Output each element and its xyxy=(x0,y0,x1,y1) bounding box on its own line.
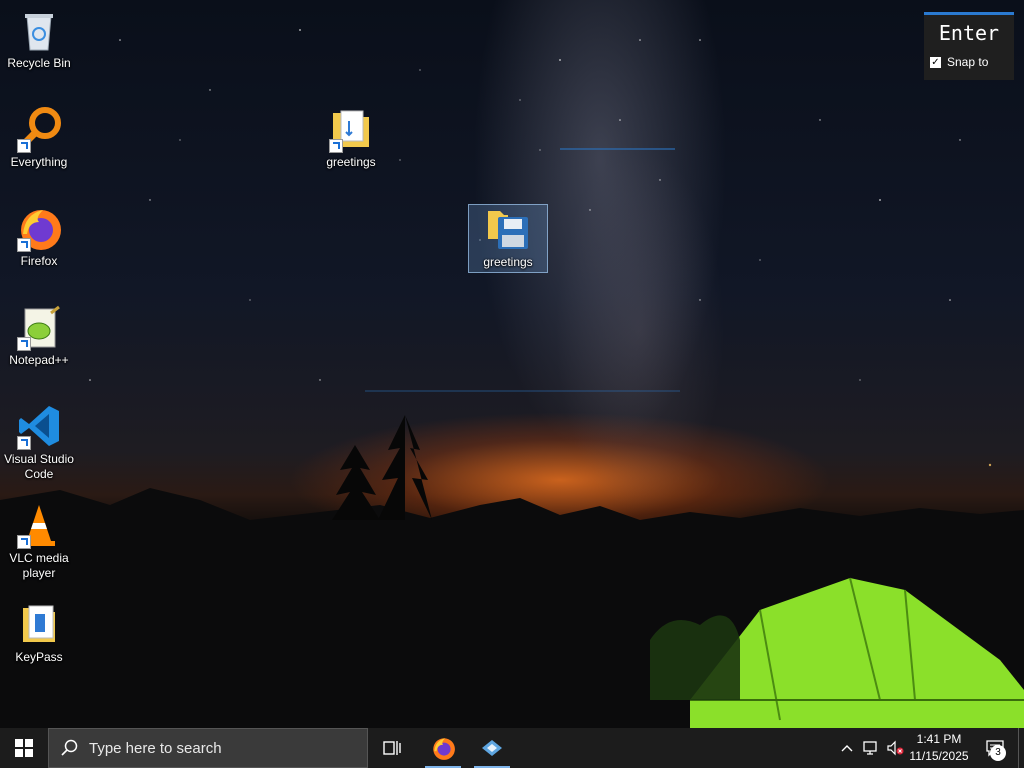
desktop-icon-firefox[interactable]: Firefox xyxy=(0,204,78,269)
everything-search-icon xyxy=(15,105,63,153)
desktop-icon-notepad-plus-plus[interactable]: Notepad++ xyxy=(0,303,78,368)
desktop-icon-everything[interactable]: Everything xyxy=(0,105,78,170)
desktop-icon-label: Visual Studio Code xyxy=(4,452,74,481)
desktop-wallpaper xyxy=(0,0,1024,728)
app-window-icon xyxy=(482,740,502,756)
desktop-icon-recycle-bin[interactable]: Recycle Bin xyxy=(0,6,78,71)
firefox-icon xyxy=(15,204,63,252)
desktop-icon-label: Everything xyxy=(10,155,68,169)
search-icon xyxy=(61,739,78,756)
desktop-icon-keypass[interactable]: KeyPass xyxy=(0,600,78,665)
task-view-icon xyxy=(383,741,401,755)
taskbar-firefox-button[interactable] xyxy=(421,728,465,768)
taskbar: Type here to search 1:41 PM 11/15/2025 3 xyxy=(0,728,1024,768)
chevron-up-icon xyxy=(841,745,853,752)
desktop-icon-label: greetings xyxy=(483,255,533,269)
recycle-bin-icon xyxy=(15,6,63,54)
clock-time: 1:41 PM xyxy=(916,732,962,746)
clock-date: 11/15/2025 xyxy=(909,749,969,763)
snap-to-toggle[interactable]: ✓ Snap to xyxy=(930,55,1014,69)
checkbox-checked-icon[interactable]: ✓ xyxy=(930,56,941,68)
start-button[interactable] xyxy=(0,728,48,768)
shortcut-arrow-icon xyxy=(17,535,31,549)
desktop-icon-label: Recycle Bin xyxy=(7,56,71,70)
pressed-key-label: Enter xyxy=(938,21,1000,45)
show-hidden-icons-button[interactable] xyxy=(836,728,858,768)
desktop-icon-vlc[interactable]: VLC media player xyxy=(0,501,78,581)
snap-to-label: Snap to xyxy=(947,55,989,69)
file-folder-icon xyxy=(15,600,63,648)
notification-count-badge: 3 xyxy=(990,745,1006,761)
firefox-icon xyxy=(433,738,455,760)
search-placeholder: Type here to search xyxy=(89,739,222,757)
key-overlay-widget: Enter ✓ Snap to xyxy=(924,12,1014,80)
taskbar-search-box[interactable]: Type here to search xyxy=(48,728,368,768)
starfield xyxy=(0,29,1024,728)
desktop-icon-label: Notepad++ xyxy=(9,353,69,367)
desktop-icon-greetings-folder[interactable]: greetings xyxy=(312,105,390,170)
shortcut-arrow-icon xyxy=(17,139,31,153)
desktop-icon-label: greetings xyxy=(326,155,376,169)
network-tray-button[interactable] xyxy=(860,728,882,768)
show-desktop-button[interactable] xyxy=(1018,728,1024,768)
folder-icon xyxy=(327,105,375,153)
network-icon xyxy=(863,741,877,755)
shortcut-arrow-icon xyxy=(17,436,31,450)
taskbar-app-button[interactable] xyxy=(470,728,514,768)
desktop-icon-vscode[interactable]: Visual Studio Code xyxy=(0,402,78,482)
vscode-icon xyxy=(15,402,63,450)
desktop-icon-label: VLC media player xyxy=(9,551,69,580)
floppy-disk-icon xyxy=(484,205,532,253)
desktop-icon-greetings-selected[interactable]: greetings xyxy=(468,204,548,273)
desktop-icon-label: KeyPass xyxy=(15,650,63,664)
notepad-plus-plus-icon xyxy=(15,303,63,351)
desktop-icon-label: Firefox xyxy=(20,254,58,268)
system-clock[interactable]: 1:41 PM 11/15/2025 xyxy=(902,731,976,765)
shortcut-arrow-icon xyxy=(17,238,31,252)
windows-logo-icon xyxy=(15,739,33,757)
vlc-cone-icon xyxy=(15,501,63,549)
task-view-button[interactable] xyxy=(370,728,414,768)
shortcut-arrow-icon xyxy=(329,139,343,153)
shortcut-arrow-icon xyxy=(17,337,31,351)
